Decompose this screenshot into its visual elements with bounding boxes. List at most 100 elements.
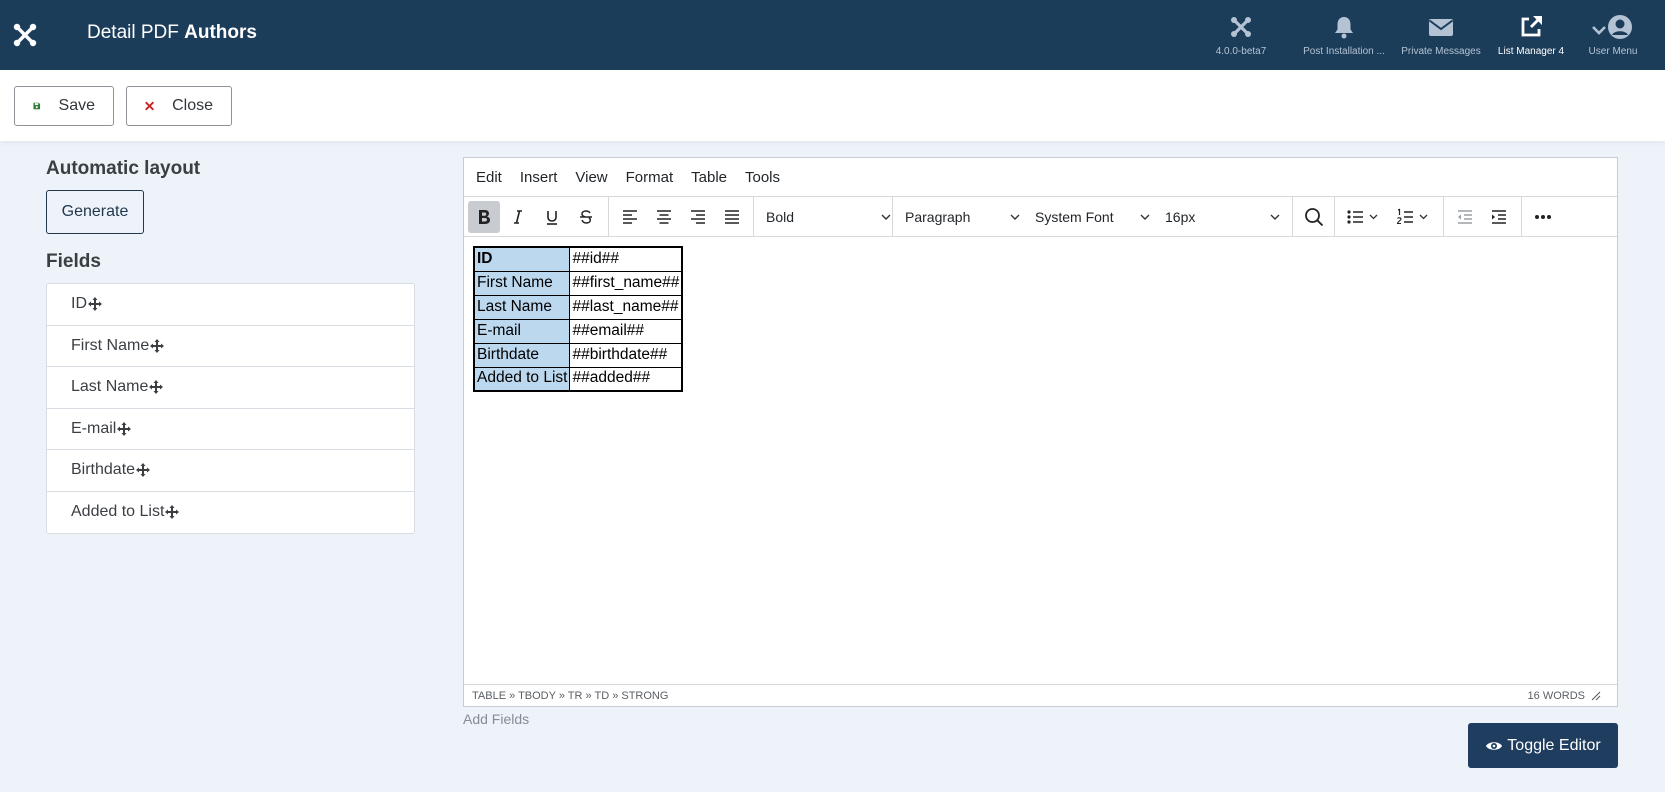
- paragraph-format-select[interactable]: Paragraph: [905, 201, 1021, 233]
- strikethrough-icon: [580, 210, 592, 224]
- underline-button[interactable]: [536, 201, 568, 233]
- field-item-id[interactable]: ID: [47, 284, 414, 326]
- align-right-button[interactable]: [682, 201, 714, 233]
- envelope-icon: [1428, 19, 1454, 36]
- align-left-button[interactable]: [614, 201, 646, 233]
- header-item-user-menu[interactable]: User Menu: [1565, 14, 1661, 57]
- align-justify-button[interactable]: [716, 201, 748, 233]
- header-item-private-messages[interactable]: Private Messages: [1393, 14, 1489, 57]
- move-icon[interactable]: [88, 297, 102, 312]
- joomla-logo-icon[interactable]: [12, 22, 38, 48]
- align-justify-icon: [725, 210, 739, 224]
- word-count[interactable]: 16 WORDS: [1528, 690, 1585, 702]
- field-label: Birthdate: [71, 461, 136, 479]
- numbered-list-icon: [1396, 208, 1428, 225]
- table-label-cell[interactable]: First Name: [473, 270, 571, 296]
- chevron-down-icon: [881, 214, 891, 220]
- user-icon: [1592, 15, 1632, 39]
- top-header: Detail PDF Authors 4.0.0-beta7 Post Inst…: [0, 0, 1665, 70]
- menu-edit[interactable]: Edit: [476, 169, 502, 186]
- bell-icon: [1335, 17, 1353, 39]
- move-icon[interactable]: [117, 421, 132, 436]
- header-item-label: User Menu: [1588, 46, 1638, 57]
- header-item-post-installation[interactable]: Post Installation ...: [1296, 14, 1392, 57]
- align-center-button[interactable]: [648, 201, 680, 233]
- field-label: First Name: [71, 336, 150, 354]
- search-icon: [1305, 208, 1324, 227]
- fields-table: ID ##id## First Name ##first_name## Last…: [473, 246, 684, 392]
- page-title: Detail PDF Authors: [87, 22, 257, 44]
- header-item-version[interactable]: 4.0.0-beta7: [1193, 14, 1289, 57]
- editor-content[interactable]: ID ##id## First Name ##first_name## Last…: [464, 238, 1617, 684]
- strikethrough-button[interactable]: [570, 201, 602, 233]
- add-fields-label: Add Fields: [463, 711, 530, 727]
- font-size-select[interactable]: 16px: [1165, 201, 1281, 233]
- field-item-last-name[interactable]: Last Name: [47, 367, 414, 409]
- numbered-list-button[interactable]: [1390, 201, 1434, 233]
- header-item-label: 4.0.0-beta7: [1215, 46, 1267, 57]
- table-value-cell[interactable]: ##birthdate##: [569, 342, 683, 368]
- menu-view[interactable]: View: [575, 169, 607, 186]
- save-button[interactable]: Save: [14, 86, 114, 126]
- italic-icon: [514, 210, 522, 224]
- table-label-cell[interactable]: E-mail: [473, 318, 571, 344]
- field-item-email[interactable]: E-mail: [47, 409, 414, 450]
- table-label-cell[interactable]: Added to List: [473, 366, 571, 392]
- generate-button[interactable]: Generate: [46, 190, 144, 234]
- field-item-birthdate[interactable]: Birthdate: [47, 450, 414, 492]
- close-button[interactable]: Close: [126, 86, 232, 126]
- move-icon[interactable]: [150, 338, 165, 353]
- bullet-list-icon: [1347, 210, 1378, 224]
- indent-icon: [1492, 210, 1506, 224]
- bullet-list-button[interactable]: [1340, 201, 1384, 233]
- close-icon: [145, 101, 154, 111]
- block-format-select[interactable]: Bold: [766, 201, 892, 233]
- menu-tools[interactable]: Tools: [745, 169, 780, 186]
- table-value-cell[interactable]: ##email##: [569, 318, 683, 344]
- field-label: Added to List: [71, 503, 165, 521]
- chevron-down-icon: [1010, 214, 1020, 220]
- table-row: Last Name ##last_name##: [473, 294, 683, 320]
- find-replace-button[interactable]: [1298, 201, 1330, 233]
- table-row: First Name ##first_name##: [473, 270, 683, 296]
- font-family-select[interactable]: System Font: [1035, 201, 1151, 233]
- more-icon: [1535, 215, 1551, 219]
- outdent-icon: [1458, 210, 1472, 224]
- more-button[interactable]: [1527, 201, 1559, 233]
- align-left-icon: [623, 210, 637, 224]
- chevron-down-icon: [1270, 214, 1280, 220]
- field-item-added-to-list[interactable]: Added to List: [47, 492, 414, 534]
- outdent-button[interactable]: [1449, 201, 1481, 233]
- table-value-cell[interactable]: ##last_name##: [569, 294, 683, 320]
- field-item-first-name[interactable]: First Name: [47, 326, 414, 367]
- fields-list: ID First Name Last Name E-mail Birthdate…: [46, 283, 415, 534]
- paragraph-format-value: Paragraph: [905, 209, 971, 225]
- table-label-cell[interactable]: Last Name: [473, 294, 571, 320]
- field-label: Last Name: [71, 378, 149, 396]
- move-icon[interactable]: [136, 463, 151, 478]
- table-value-cell[interactable]: ##first_name##: [569, 270, 683, 296]
- menu-table[interactable]: Table: [691, 169, 727, 186]
- table-value-cell[interactable]: ##id##: [569, 246, 683, 272]
- toggle-editor-button[interactable]: Toggle Editor: [1468, 723, 1618, 768]
- bold-button[interactable]: [468, 201, 500, 233]
- page-title-prefix: Detail PDF: [87, 22, 179, 43]
- external-link-icon: [1521, 16, 1542, 37]
- table-label-cell[interactable]: ID: [473, 246, 571, 272]
- indent-button[interactable]: [1483, 201, 1515, 233]
- table-row: Birthdate ##birthdate##: [473, 342, 683, 368]
- table-row: ID ##id##: [473, 246, 683, 272]
- save-label: Save: [58, 97, 95, 114]
- resize-handle-icon[interactable]: [1591, 691, 1601, 701]
- header-item-label: Post Installation ...: [1303, 46, 1385, 57]
- table-value-cell[interactable]: ##added##: [569, 366, 683, 392]
- chevron-down-icon: [1140, 214, 1150, 220]
- move-icon[interactable]: [165, 505, 180, 520]
- element-path[interactable]: TABLE » TBODY » TR » TD » STRONG: [472, 690, 668, 702]
- menu-format[interactable]: Format: [626, 169, 674, 186]
- move-icon[interactable]: [149, 380, 164, 395]
- table-row: Added to List ##added##: [473, 366, 683, 392]
- table-label-cell[interactable]: Birthdate: [473, 342, 571, 368]
- italic-button[interactable]: [502, 201, 534, 233]
- menu-insert[interactable]: Insert: [520, 169, 558, 186]
